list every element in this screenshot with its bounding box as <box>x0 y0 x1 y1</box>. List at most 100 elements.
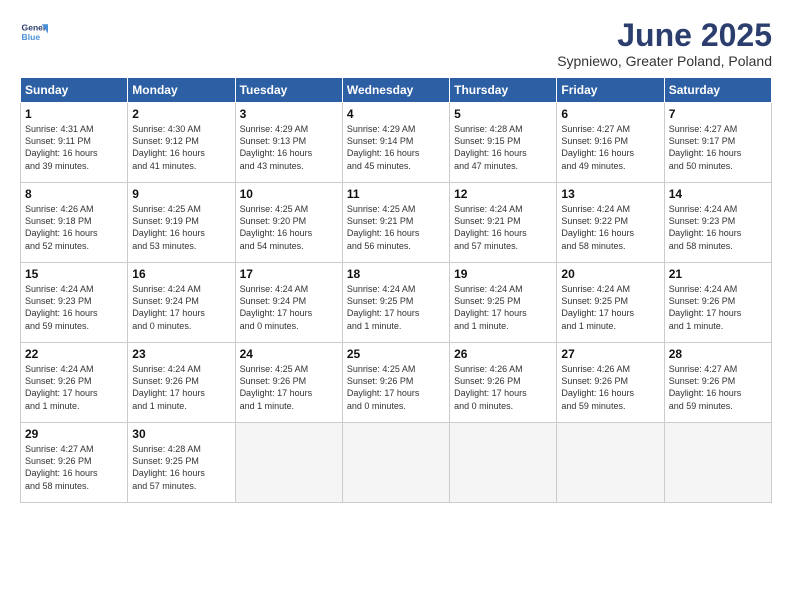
cell-info: Sunrise: 4:24 AMSunset: 9:24 PMDaylight:… <box>132 283 230 332</box>
calendar-header-row: SundayMondayTuesdayWednesdayThursdayFrid… <box>21 78 772 103</box>
location-subtitle: Sypniewo, Greater Poland, Poland <box>557 53 772 69</box>
week-row-3: 15 Sunrise: 4:24 AMSunset: 9:23 PMDayligh… <box>21 263 772 343</box>
day-number: 25 <box>347 347 445 361</box>
header: General Blue June 2025 Sypniewo, Greater… <box>20 18 772 69</box>
title-block: June 2025 Sypniewo, Greater Poland, Pola… <box>557 18 772 69</box>
calendar-cell: 19 Sunrise: 4:24 AMSunset: 9:25 PMDayligh… <box>450 263 557 343</box>
calendar-cell: 14 Sunrise: 4:24 AMSunset: 9:23 PMDayligh… <box>664 183 771 263</box>
logo-icon: General Blue <box>20 18 48 46</box>
calendar-cell: 6Sunrise: 4:27 AMSunset: 9:16 PMDaylight… <box>557 103 664 183</box>
calendar-cell: 15 Sunrise: 4:24 AMSunset: 9:23 PMDayligh… <box>21 263 128 343</box>
cell-info: Sunrise: 4:24 AMSunset: 9:22 PMDaylight:… <box>561 203 659 252</box>
day-number: 1 <box>25 107 123 121</box>
week-row-2: 8 Sunrise: 4:26 AMSunset: 9:18 PMDaylight… <box>21 183 772 263</box>
calendar-cell: 30 Sunrise: 4:28 AMSunset: 9:25 PMDayligh… <box>128 423 235 503</box>
cell-info: Sunrise: 4:27 AMSunset: 9:26 PMDaylight:… <box>25 443 123 492</box>
day-number: 3 <box>240 107 338 121</box>
cell-info: Sunrise: 4:27 AMSunset: 9:16 PMDaylight:… <box>561 123 659 172</box>
calendar-cell: 26 Sunrise: 4:26 AMSunset: 9:26 PMDayligh… <box>450 343 557 423</box>
cell-info: Sunrise: 4:24 AMSunset: 9:26 PMDaylight:… <box>132 363 230 412</box>
day-number: 26 <box>454 347 552 361</box>
calendar-cell: 10 Sunrise: 4:25 AMSunset: 9:20 PMDayligh… <box>235 183 342 263</box>
calendar-cell <box>342 423 449 503</box>
calendar-cell: 23 Sunrise: 4:24 AMSunset: 9:26 PMDayligh… <box>128 343 235 423</box>
day-number: 28 <box>669 347 767 361</box>
calendar-cell: 24 Sunrise: 4:25 AMSunset: 9:26 PMDayligh… <box>235 343 342 423</box>
cell-info: Sunrise: 4:25 AMSunset: 9:20 PMDaylight:… <box>240 203 338 252</box>
calendar-cell: 28 Sunrise: 4:27 AMSunset: 9:26 PMDayligh… <box>664 343 771 423</box>
cell-info: Sunrise: 4:28 AMSunset: 9:25 PMDaylight:… <box>132 443 230 492</box>
calendar-cell: 7Sunrise: 4:27 AMSunset: 9:17 PMDaylight… <box>664 103 771 183</box>
calendar-cell: 16 Sunrise: 4:24 AMSunset: 9:24 PMDayligh… <box>128 263 235 343</box>
calendar-cell: 9Sunrise: 4:25 AMSunset: 9:19 PMDaylight… <box>128 183 235 263</box>
calendar-cell <box>235 423 342 503</box>
week-row-1: 1 Sunrise: 4:31 AMSunset: 9:11 PMDaylight… <box>21 103 772 183</box>
calendar-cell: 12 Sunrise: 4:24 AMSunset: 9:21 PMDayligh… <box>450 183 557 263</box>
cell-info: Sunrise: 4:29 AMSunset: 9:14 PMDaylight:… <box>347 123 445 172</box>
day-header-saturday: Saturday <box>664 78 771 103</box>
day-number: 21 <box>669 267 767 281</box>
day-number: 27 <box>561 347 659 361</box>
cell-info: Sunrise: 4:25 AMSunset: 9:26 PMDaylight:… <box>240 363 338 412</box>
day-header-monday: Monday <box>128 78 235 103</box>
day-number: 19 <box>454 267 552 281</box>
day-number: 22 <box>25 347 123 361</box>
calendar-cell <box>664 423 771 503</box>
day-number: 8 <box>25 187 123 201</box>
day-number: 20 <box>561 267 659 281</box>
cell-info: Sunrise: 4:24 AMSunset: 9:25 PMDaylight:… <box>347 283 445 332</box>
day-header-sunday: Sunday <box>21 78 128 103</box>
week-row-4: 22 Sunrise: 4:24 AMSunset: 9:26 PMDayligh… <box>21 343 772 423</box>
calendar-cell: 18Sunrise: 4:24 AMSunset: 9:25 PMDayligh… <box>342 263 449 343</box>
calendar-cell: 3 Sunrise: 4:29 AMSunset: 9:13 PMDaylight… <box>235 103 342 183</box>
calendar-cell: 27Sunrise: 4:26 AMSunset: 9:26 PMDayligh… <box>557 343 664 423</box>
calendar-cell: 11Sunrise: 4:25 AMSunset: 9:21 PMDayligh… <box>342 183 449 263</box>
day-number: 15 <box>25 267 123 281</box>
calendar-cell: 2Sunrise: 4:30 AMSunset: 9:12 PMDaylight… <box>128 103 235 183</box>
day-number: 7 <box>669 107 767 121</box>
cell-info: Sunrise: 4:30 AMSunset: 9:12 PMDaylight:… <box>132 123 230 172</box>
day-number: 30 <box>132 427 230 441</box>
day-number: 4 <box>347 107 445 121</box>
calendar-cell <box>557 423 664 503</box>
cell-info: Sunrise: 4:31 AMSunset: 9:11 PMDaylight:… <box>25 123 123 172</box>
calendar-cell: 22 Sunrise: 4:24 AMSunset: 9:26 PMDayligh… <box>21 343 128 423</box>
month-title: June 2025 <box>557 18 772 53</box>
cell-info: Sunrise: 4:26 AMSunset: 9:18 PMDaylight:… <box>25 203 123 252</box>
calendar-cell: 1 Sunrise: 4:31 AMSunset: 9:11 PMDaylight… <box>21 103 128 183</box>
day-number: 11 <box>347 187 445 201</box>
calendar-cell: 5Sunrise: 4:28 AMSunset: 9:15 PMDaylight… <box>450 103 557 183</box>
calendar-cell: 4 Sunrise: 4:29 AMSunset: 9:14 PMDaylight… <box>342 103 449 183</box>
day-number: 16 <box>132 267 230 281</box>
day-number: 23 <box>132 347 230 361</box>
cell-info: Sunrise: 4:24 AMSunset: 9:24 PMDaylight:… <box>240 283 338 332</box>
calendar-table: SundayMondayTuesdayWednesdayThursdayFrid… <box>20 77 772 503</box>
cell-info: Sunrise: 4:29 AMSunset: 9:13 PMDaylight:… <box>240 123 338 172</box>
day-header-tuesday: Tuesday <box>235 78 342 103</box>
calendar-cell: 25 Sunrise: 4:25 AMSunset: 9:26 PMDayligh… <box>342 343 449 423</box>
cell-info: Sunrise: 4:27 AMSunset: 9:26 PMDaylight:… <box>669 363 767 412</box>
day-number: 24 <box>240 347 338 361</box>
cell-info: Sunrise: 4:24 AMSunset: 9:21 PMDaylight:… <box>454 203 552 252</box>
cell-info: Sunrise: 4:24 AMSunset: 9:25 PMDaylight:… <box>454 283 552 332</box>
cell-info: Sunrise: 4:25 AMSunset: 9:19 PMDaylight:… <box>132 203 230 252</box>
day-header-wednesday: Wednesday <box>342 78 449 103</box>
cell-info: Sunrise: 4:24 AMSunset: 9:23 PMDaylight:… <box>669 203 767 252</box>
cell-info: Sunrise: 4:24 AMSunset: 9:23 PMDaylight:… <box>25 283 123 332</box>
week-row-5: 29 Sunrise: 4:27 AMSunset: 9:26 PMDayligh… <box>21 423 772 503</box>
day-number: 14 <box>669 187 767 201</box>
day-number: 29 <box>25 427 123 441</box>
day-number: 17 <box>240 267 338 281</box>
cell-info: Sunrise: 4:24 AMSunset: 9:25 PMDaylight:… <box>561 283 659 332</box>
logo: General Blue <box>20 18 48 46</box>
calendar-cell: 8 Sunrise: 4:26 AMSunset: 9:18 PMDaylight… <box>21 183 128 263</box>
day-header-thursday: Thursday <box>450 78 557 103</box>
day-number: 10 <box>240 187 338 201</box>
cell-info: Sunrise: 4:25 AMSunset: 9:26 PMDaylight:… <box>347 363 445 412</box>
calendar-cell: 29 Sunrise: 4:27 AMSunset: 9:26 PMDayligh… <box>21 423 128 503</box>
day-number: 12 <box>454 187 552 201</box>
day-number: 13 <box>561 187 659 201</box>
cell-info: Sunrise: 4:24 AMSunset: 9:26 PMDaylight:… <box>669 283 767 332</box>
cell-info: Sunrise: 4:26 AMSunset: 9:26 PMDaylight:… <box>454 363 552 412</box>
cell-info: Sunrise: 4:24 AMSunset: 9:26 PMDaylight:… <box>25 363 123 412</box>
